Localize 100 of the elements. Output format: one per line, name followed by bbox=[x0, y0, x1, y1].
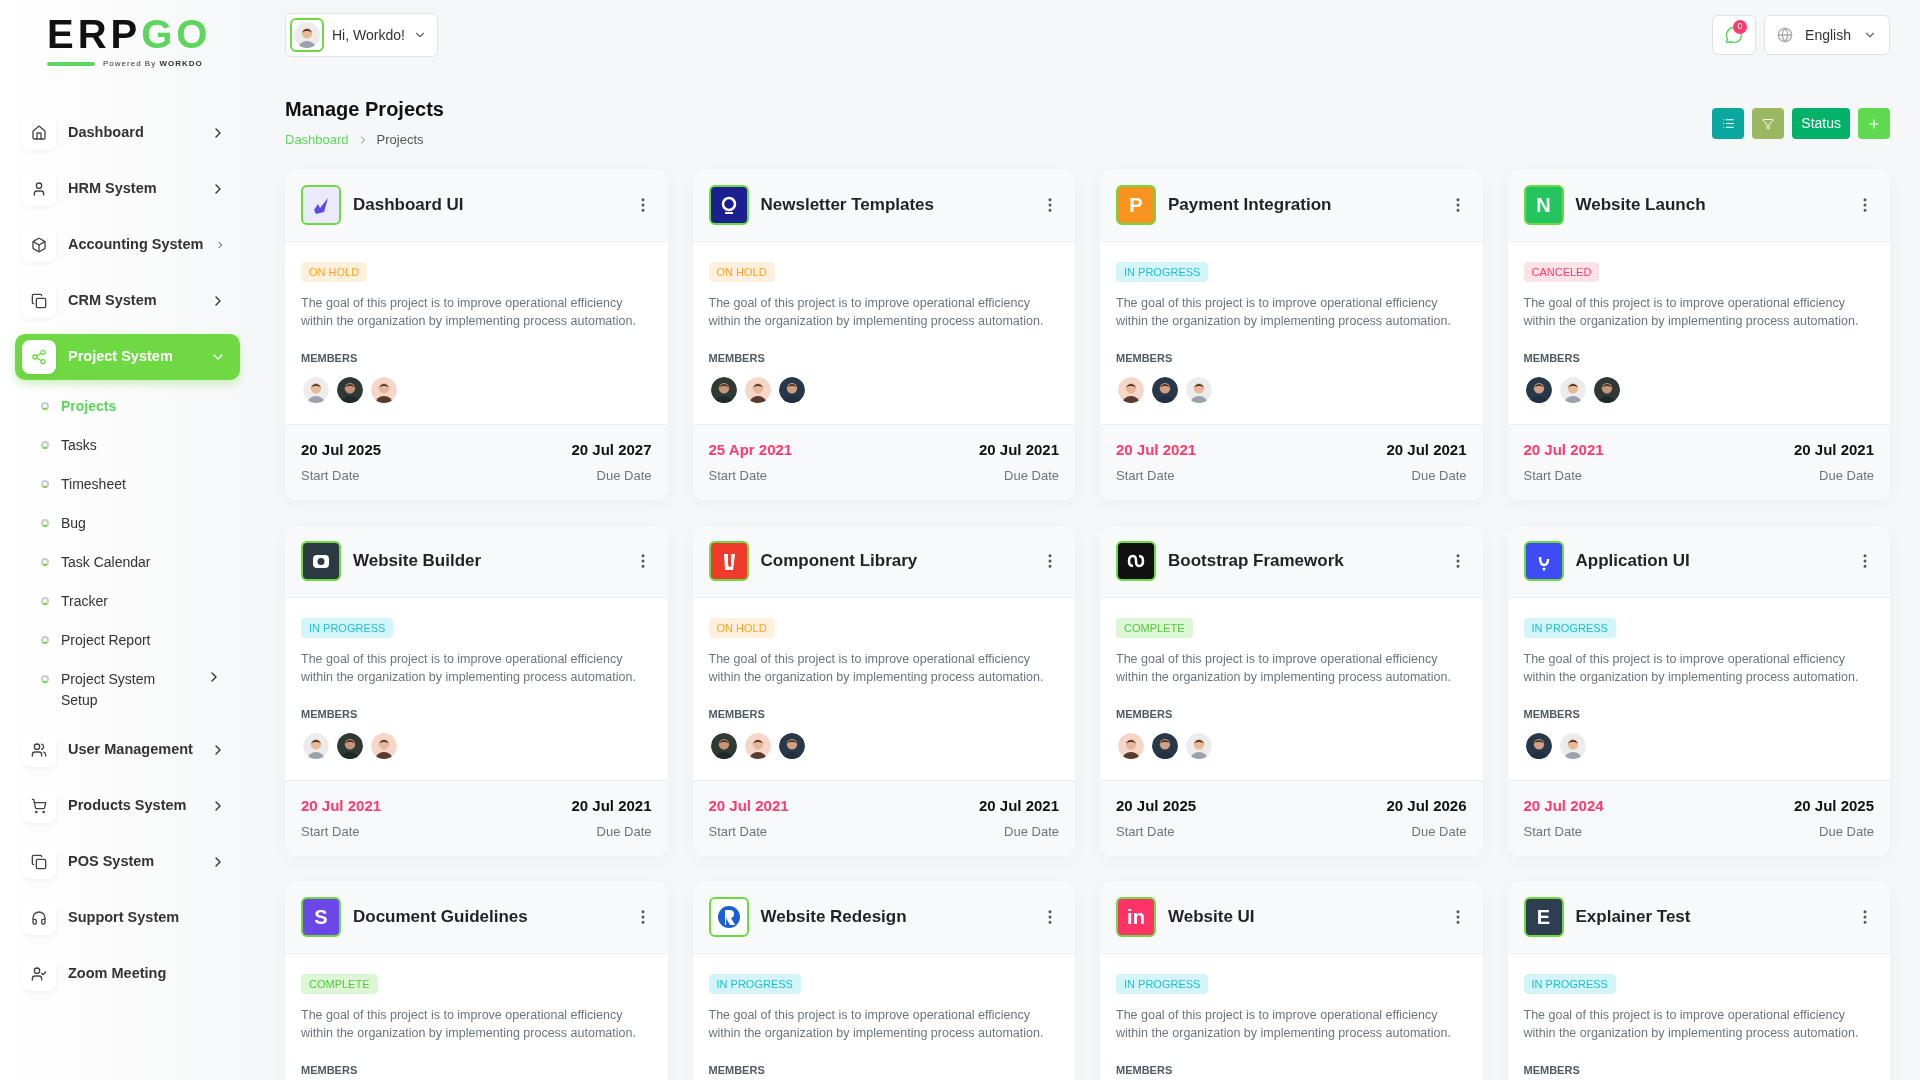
project-logo-icon bbox=[708, 897, 749, 937]
members-label: MEMBERS bbox=[301, 707, 359, 722]
start-date: 20 Jul 2025 bbox=[1116, 796, 1197, 816]
sidebar-item[interactable]: User Management bbox=[15, 727, 240, 773]
project-name: Website Redesign bbox=[760, 906, 908, 929]
status-badge: IN PROGRESS bbox=[1116, 261, 1209, 282]
logo[interactable]: ERPGO Powered By WORKDO bbox=[47, 14, 212, 70]
submenu-item[interactable]: Project Report bbox=[41, 624, 222, 663]
due-date-label: Due Date bbox=[1819, 822, 1874, 841]
due-date: 20 Jul 2021 bbox=[571, 796, 652, 816]
menu-icon bbox=[31, 125, 47, 141]
due-date-label: Due Date bbox=[1004, 466, 1059, 485]
status-badge: ON HOLD bbox=[708, 261, 775, 282]
due-date-label: Due Date bbox=[596, 822, 652, 841]
start-date: 20 Jul 2021 bbox=[708, 796, 789, 816]
project-name: Website Builder bbox=[353, 550, 483, 573]
sidebar-item[interactable]: Zoom Meeting bbox=[15, 951, 240, 997]
start-date-label: Start Date bbox=[301, 822, 361, 841]
start-date: 25 Apr 2021 bbox=[708, 440, 793, 460]
submenu-item[interactable]: Timesheet bbox=[41, 468, 222, 507]
members-label: MEMBERS bbox=[301, 351, 359, 366]
start-date-label: Start Date bbox=[1116, 466, 1176, 485]
sidebar-item[interactable]: CRM System bbox=[15, 278, 240, 324]
members-label: MEMBERS bbox=[708, 1063, 766, 1078]
plus-icon bbox=[1867, 116, 1881, 131]
start-date: 20 Jul 2021 bbox=[301, 796, 382, 816]
due-date: 20 Jul 2021 bbox=[978, 440, 1059, 460]
project-description: The goal of this project is to improve operational efficiency within the organization by implementing process automation. bbox=[1116, 651, 1452, 686]
menu-icon bbox=[31, 349, 47, 365]
due-date-label: Due Date bbox=[1004, 822, 1059, 841]
due-date: 20 Jul 2021 bbox=[1386, 440, 1467, 460]
start-date-label: Start Date bbox=[1523, 466, 1584, 485]
project-description: The goal of this project is to improve operational efficiency within the organization by implementing process automation. bbox=[301, 651, 637, 686]
members-label: MEMBERS bbox=[1116, 707, 1174, 722]
project-logo: N bbox=[1523, 185, 1564, 225]
due-date-label: Due Date bbox=[1819, 466, 1874, 485]
menu-icon bbox=[31, 237, 47, 253]
globe-icon bbox=[1777, 27, 1794, 43]
status-badge: IN PROGRESS bbox=[1523, 617, 1616, 638]
filter-icon bbox=[1762, 117, 1775, 130]
due-date: 20 Jul 2021 bbox=[978, 796, 1059, 816]
due-date-label: Due Date bbox=[1411, 822, 1467, 841]
submenu-item[interactable]: Task Calendar bbox=[41, 546, 222, 585]
project-name: Website UI bbox=[1168, 906, 1256, 929]
submenu-item[interactable]: Bug bbox=[41, 507, 222, 546]
sidebar-item[interactable]: Accounting System bbox=[15, 222, 240, 268]
menu-icon bbox=[31, 854, 47, 870]
user-menu[interactable]: Hi, Workdo! bbox=[285, 13, 438, 57]
sidebar-item[interactable]: HRM System bbox=[15, 166, 240, 212]
page-title: Manage Projects bbox=[285, 97, 444, 122]
sidebar-item[interactable]: Dashboard bbox=[15, 110, 240, 156]
sidebar-item[interactable]: POS System bbox=[15, 839, 240, 885]
start-date-label: Start Date bbox=[1523, 822, 1584, 841]
list-view-button[interactable] bbox=[1712, 108, 1745, 139]
start-date: 20 Jul 2024 bbox=[1523, 796, 1604, 816]
language-selector[interactable]: English bbox=[1764, 15, 1890, 55]
menu-icon bbox=[31, 966, 47, 982]
status-badge: COMPLETE bbox=[301, 973, 378, 994]
status-badge: IN PROGRESS bbox=[708, 973, 801, 994]
menu-icon bbox=[31, 293, 47, 309]
project-description: The goal of this project is to improve operational efficiency within the organization by implementing process automation. bbox=[1116, 295, 1452, 330]
project-description: The goal of this project is to improve operational efficiency within the organization by implementing process automation. bbox=[1523, 651, 1860, 686]
status-badge: IN PROGRESS bbox=[1523, 973, 1616, 994]
project-name: Payment Integration bbox=[1168, 194, 1333, 217]
submenu-item[interactable]: Project System Setup bbox=[41, 663, 222, 717]
status-badge: CANCELED bbox=[1523, 261, 1600, 282]
submenu-item[interactable]: Tasks bbox=[41, 429, 222, 468]
sidebar-item[interactable]: Support System bbox=[15, 895, 240, 941]
members-label: MEMBERS bbox=[301, 1063, 359, 1078]
due-date-label: Due Date bbox=[1411, 466, 1467, 485]
sidebar-item[interactable]: Products System bbox=[15, 783, 240, 829]
project-description: The goal of this project is to improve operational efficiency within the organization by implementing process automation. bbox=[708, 1007, 1045, 1042]
due-date: 20 Jul 2027 bbox=[571, 440, 652, 460]
menu-icon bbox=[31, 910, 47, 926]
due-date: 20 Jul 2025 bbox=[1793, 796, 1874, 816]
project-description: The goal of this project is to improve operational efficiency within the organization by implementing process automation. bbox=[301, 1007, 637, 1042]
menu-icon bbox=[31, 798, 47, 814]
project-name: Explainer Test bbox=[1575, 906, 1692, 929]
project-name: Document Guidelines bbox=[353, 906, 529, 929]
members-label: MEMBERS bbox=[1523, 1063, 1581, 1078]
project-description: The goal of this project is to improve operational efficiency within the organization by implementing process automation. bbox=[708, 651, 1045, 686]
menu-icon bbox=[31, 742, 47, 758]
project-logo: in bbox=[1116, 897, 1156, 937]
project-description: The goal of this project is to improve operational efficiency within the organization by implementing process automation. bbox=[1523, 1007, 1860, 1042]
status-badge: COMPLETE bbox=[1116, 617, 1193, 638]
status-badge: ON HOLD bbox=[301, 261, 368, 282]
submenu-item[interactable]: Tracker bbox=[41, 585, 222, 624]
members-label: MEMBERS bbox=[1116, 351, 1174, 366]
project-logo: E bbox=[1523, 897, 1564, 937]
project-name: Website Launch bbox=[1575, 194, 1707, 217]
status-badge: IN PROGRESS bbox=[1116, 973, 1209, 994]
start-date-label: Start Date bbox=[301, 466, 361, 485]
project-logo: S bbox=[301, 897, 341, 937]
members-label: MEMBERS bbox=[708, 707, 766, 722]
project-name: Application UI bbox=[1575, 550, 1691, 573]
project-description: The goal of this project is to improve operational efficiency within the organization by implementing process automation. bbox=[708, 295, 1045, 330]
members-label: MEMBERS bbox=[708, 351, 766, 366]
menu-icon bbox=[31, 181, 47, 197]
project-name: Bootstrap Framework bbox=[1168, 550, 1345, 573]
breadcrumb-item: Projects bbox=[376, 131, 424, 149]
